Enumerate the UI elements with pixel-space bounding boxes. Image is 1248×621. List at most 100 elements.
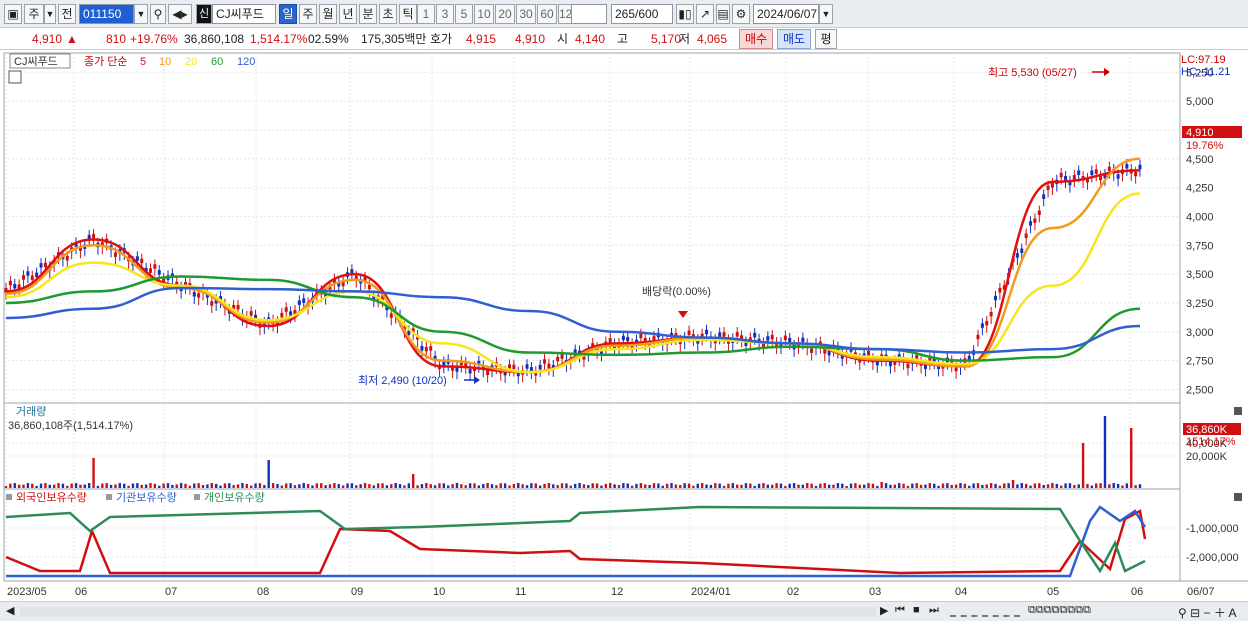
volume-bar [232,485,235,488]
volume-bar [950,484,953,488]
candle-body [192,292,196,297]
chart-area[interactable]: 2023/05 06 07 08 09 10 11 12 2024/01 02 03 04 05 06 06… [0,51,1248,601]
interval-button[interactable]: 년 [339,4,357,24]
candle-body [424,346,428,352]
volume-bar [499,483,502,488]
minute-option-button[interactable]: 60 [537,4,557,24]
candle-body [289,311,293,316]
date-dropdown-icon[interactable]: ▼ [819,4,833,24]
volume-bar [495,485,498,488]
candle-body [1042,194,1046,199]
interval-button[interactable]: 월 [319,4,337,24]
candle-body [906,363,910,369]
scroll-left-icon[interactable]: ◀ [6,604,14,617]
holding-tick-label: -1,000,000 [1186,523,1239,535]
volume-bar [749,483,752,488]
stock-name-field[interactable]: CJ씨푸드 [212,4,276,24]
interval-button[interactable]: 일 [279,4,297,24]
minute-option-button[interactable]: 1 [417,4,435,24]
volume-bar [131,483,135,488]
draw-tool-icon[interactable]: ↗ [696,4,714,24]
close-panel-icon[interactable] [1234,493,1242,501]
date-input[interactable]: 2024/06/07 [753,4,819,24]
ma-legend-item: 60 [211,56,223,68]
stock-code-input[interactable]: 011150 [79,4,134,24]
volume-bar [963,483,967,488]
minute-option-button[interactable]: 3 [436,4,454,24]
chevron-down-icon[interactable]: ▼ [44,4,56,24]
tools-icon[interactable]: ⧉⧉⧉⧉⧉⧉⧉⧉ [1028,604,1091,617]
volume-bar [123,483,126,488]
window-icon[interactable]: ▣ [4,4,22,24]
interval-button[interactable]: 주 [299,4,317,24]
candle-body [148,268,152,273]
minute-option-button[interactable]: 10 [474,4,494,24]
ma-legend-item: 5 [140,56,146,68]
volume-bar [201,484,205,488]
interval-button[interactable]: 초 [379,4,397,24]
buy-button[interactable]: 매수 [739,29,773,49]
custom-minute-input[interactable] [571,4,607,24]
volume-bar [521,484,524,488]
candle-body [1116,174,1120,179]
volume-bar [355,485,358,488]
minute-option-button[interactable]: 30 [516,4,536,24]
quote-bar: 4,910 ▲ 810 +19.76% 36,860,108 1,514.17%… [0,28,1248,50]
scrollbar-track[interactable] [20,607,876,617]
save-icon[interactable]: ▤ [716,4,730,24]
volume-bar [604,483,608,488]
volume-bar [946,483,949,488]
table-icon[interactable] [8,70,22,84]
volume-bar [893,484,897,488]
candle-body [753,332,757,338]
dividend-annotation: 배당락(0.00%) [642,285,711,298]
gear-icon[interactable]: ⚙ [732,4,750,24]
code-dropdown-icon[interactable]: ▼ [134,4,148,24]
interval-button[interactable]: 틱 [399,4,417,24]
zoom-icon[interactable]: ⚲ ⊟ − ＋ A [1178,604,1237,621]
volume-bar [867,483,870,488]
volume-bar [206,484,209,488]
volume-bar [771,484,774,488]
volume-bar [385,485,389,488]
low-text: 4,065 [697,32,728,46]
volume-bar [1090,485,1094,488]
candle-body [389,313,393,318]
candle-body [639,333,643,339]
volume-bar [906,485,910,488]
volume-bar [1042,485,1045,488]
forward-icon[interactable]: ⏭ [929,604,939,617]
count-field[interactable]: 265/600 [611,4,673,24]
prev-button[interactable]: 전 [58,4,76,24]
volume-bar [17,484,21,488]
close-panel-icon[interactable] [1234,407,1242,415]
candle-body [783,335,787,341]
stop-icon[interactable]: ■ [913,604,920,616]
volume-bar [311,485,314,488]
sell-button[interactable]: 매도 [777,29,811,49]
zoom-slider[interactable] [950,607,1020,617]
volume-bar [841,483,844,488]
minute-option-button[interactable]: 20 [495,4,515,24]
volume-bar [368,484,371,488]
period-select[interactable]: 주 [24,4,44,24]
volume-bar [1020,483,1023,488]
rewind-icon[interactable]: ⏮ [895,604,905,617]
scroll-right-icon[interactable]: ▶ [880,604,888,617]
high-label: 고 [617,32,629,46]
interval-button[interactable]: 분 [359,4,377,24]
volume-bar [83,484,87,488]
speaker-icon[interactable]: ◀▸ [168,4,192,24]
search-icon[interactable]: ⚲ [150,4,166,24]
volume-bar [617,485,621,488]
volume-bar [57,483,60,488]
candle-body [39,263,43,268]
eval-button[interactable]: 평 [815,29,837,49]
volume-bar [425,483,428,488]
minute-option-button[interactable]: 5 [455,4,473,24]
volume-bar [66,485,69,488]
volume-bar [661,485,664,488]
volume-bar [674,484,678,488]
candle-icon[interactable]: ▮▯ [676,4,694,24]
volume-bar [87,483,91,488]
